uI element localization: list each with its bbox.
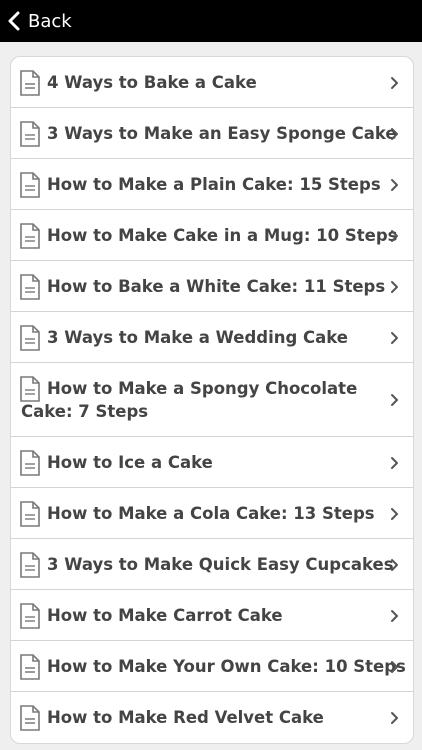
list-item-label: How to Make a Plain Cake: 15 Steps — [47, 175, 381, 194]
list-item[interactable]: How to Make Red Velvet Cake — [11, 692, 413, 743]
document-icon — [20, 70, 40, 96]
list-item-label: How to Bake a White Cake: 11 Steps — [47, 277, 386, 296]
chevron-right-icon — [391, 179, 398, 191]
document-icon — [20, 501, 40, 527]
list-item[interactable]: 3 Ways to Make an Easy Sponge Cake — [11, 108, 413, 159]
document-icon — [20, 223, 40, 249]
chevron-right-icon — [391, 128, 398, 140]
list-item[interactable]: How to Ice a Cake — [11, 437, 413, 488]
list-item[interactable]: How to Bake a White Cake: 11 Steps — [11, 261, 413, 312]
chevron-right-icon — [391, 230, 398, 242]
document-icon — [20, 325, 40, 351]
list-item-label: 4 Ways to Bake a Cake — [47, 73, 257, 92]
chevron-right-icon — [391, 712, 398, 724]
chevron-right-icon — [391, 661, 398, 673]
list-item[interactable]: 3 Ways to Make Quick Easy Cupcakes — [11, 539, 413, 590]
document-icon — [20, 450, 40, 476]
chevron-right-icon — [391, 281, 398, 293]
list-item-label: 3 Ways to Make Quick Easy Cupcakes — [47, 555, 394, 574]
list-item-label: How to Make a Cola Cake: 13 Steps — [47, 504, 375, 523]
document-icon — [20, 654, 40, 680]
list-item-label: How to Make Red Velvet Cake — [47, 708, 324, 727]
chevron-right-icon — [391, 559, 398, 571]
document-icon — [20, 121, 40, 147]
navigation-bar: Back — [0, 0, 422, 42]
list-item[interactable]: 4 Ways to Bake a Cake — [11, 57, 413, 108]
list-item-label: How to Make Carrot Cake — [47, 606, 283, 625]
back-button[interactable]: Back — [0, 0, 82, 42]
document-icon — [20, 274, 40, 300]
back-label: Back — [28, 10, 72, 32]
list-item[interactable]: How to Make Cake in a Mug: 10 Steps — [11, 210, 413, 261]
list-item-label: How to Make a Spongy Chocolate Cake: 7 S… — [21, 379, 358, 421]
list-item[interactable]: How to Make Carrot Cake — [11, 590, 413, 641]
chevron-right-icon — [391, 457, 398, 469]
list-item[interactable]: How to Make Your Own Cake: 10 Steps — [11, 641, 413, 692]
chevron-right-icon — [391, 508, 398, 520]
list-item-label: How to Ice a Cake — [47, 453, 213, 472]
document-icon — [20, 552, 40, 578]
chevron-right-icon — [391, 332, 398, 344]
list-item[interactable]: How to Make a Cola Cake: 13 Steps — [11, 488, 413, 539]
list-item-label: 3 Ways to Make a Wedding Cake — [47, 328, 348, 347]
list-item-label: 3 Ways to Make an Easy Sponge Cake — [47, 124, 397, 143]
chevron-right-icon — [391, 394, 398, 406]
list-item-label: How to Make Cake in a Mug: 10 Steps — [47, 226, 398, 245]
document-icon — [20, 376, 40, 402]
chevron-left-icon — [8, 11, 20, 31]
list-item[interactable]: How to Make a Plain Cake: 15 Steps — [11, 159, 413, 210]
chevron-right-icon — [391, 610, 398, 622]
document-icon — [20, 172, 40, 198]
document-icon — [20, 603, 40, 629]
list-item[interactable]: How to Make a Spongy Chocolate Cake: 7 S… — [11, 363, 413, 437]
document-icon — [20, 705, 40, 731]
list-item-label: How to Make Your Own Cake: 10 Steps — [47, 657, 406, 676]
chevron-right-icon — [391, 77, 398, 89]
list-item[interactable]: 3 Ways to Make a Wedding Cake — [11, 312, 413, 363]
article-list: 4 Ways to Bake a Cake 3 Ways to Make an … — [10, 56, 414, 744]
